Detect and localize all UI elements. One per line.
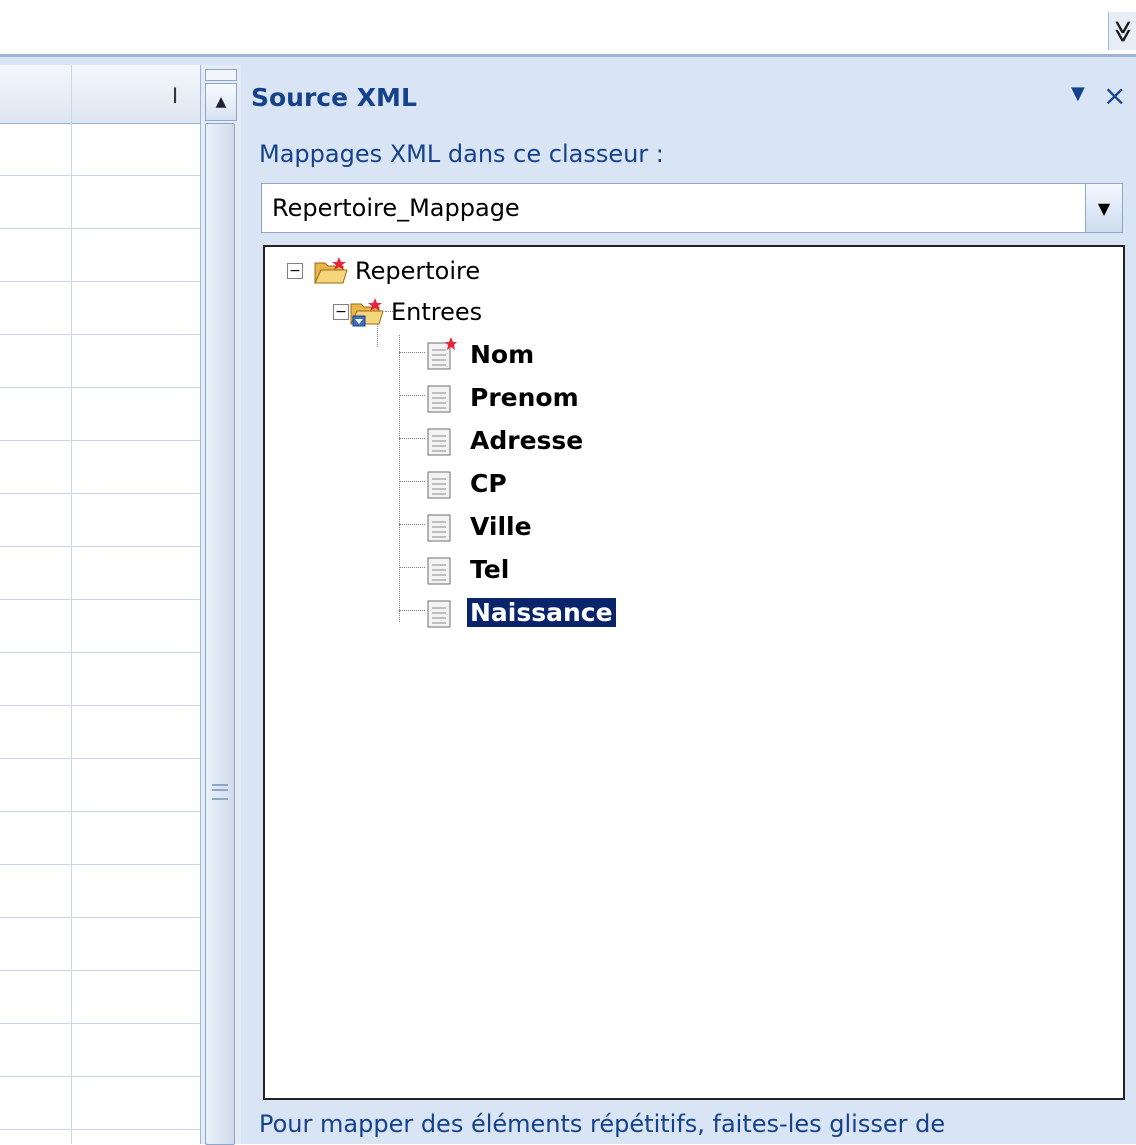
row-gridline (0, 970, 200, 971)
row-gridline (0, 864, 200, 865)
tree-leaf-label-selected: Naissance (467, 597, 616, 627)
xml-map-dropdown[interactable]: Repertoire_Mappage ▼ (261, 183, 1123, 233)
tree-leaf-nom[interactable]: Nom (425, 336, 537, 372)
row-gridline (0, 175, 200, 176)
close-icon[interactable]: × (1103, 79, 1126, 112)
document-icon (427, 428, 451, 456)
pane-title: Source XML (251, 83, 417, 112)
tree-leaf-tel[interactable]: Tel (425, 551, 512, 587)
column-divider (71, 65, 72, 1144)
chevron-down-icon: ▼ (1097, 198, 1111, 218)
row-gridline (0, 281, 200, 282)
ribbon-strip (0, 0, 1136, 54)
row-gridline (0, 1129, 200, 1130)
folder-repeating-icon (350, 298, 384, 327)
row-gridline (0, 652, 200, 653)
document-icon (427, 600, 451, 628)
xml-map-selected-value: Repertoire_Mappage (272, 194, 520, 222)
row-gridline (0, 228, 200, 229)
pane-hint-text: Pour mapper des éléments répétitifs, fai… (259, 1110, 946, 1138)
document-required-icon (427, 337, 457, 370)
vertical-scrollbar[interactable]: ▲ (200, 65, 241, 1145)
xml-maps-label: Mappages XML dans ce classeur : (259, 140, 664, 168)
tree-connector (399, 524, 425, 525)
scroll-thumb[interactable] (205, 123, 235, 1145)
tree-connector (399, 481, 425, 482)
tree-leaf-label: Tel (470, 554, 510, 584)
tree-label: Repertoire (355, 257, 481, 285)
row-gridline (0, 705, 200, 706)
tree-label: Entrees (391, 298, 483, 326)
tree-connector (399, 610, 425, 611)
tree-connector (399, 335, 400, 622)
tree-leaf-label: Prenom (470, 382, 579, 412)
tree-connector (399, 567, 425, 568)
scroll-up-button[interactable]: ▲ (205, 83, 237, 121)
column-header-row[interactable]: I (0, 65, 200, 124)
tree-leaf-adresse[interactable]: Adresse (425, 422, 586, 458)
tree-connector (399, 352, 425, 353)
tree-leaf-naissance[interactable]: Naissance (425, 594, 616, 630)
tree-leaf-label: Adresse (470, 425, 584, 455)
grip-icon (212, 784, 228, 800)
document-icon (427, 514, 451, 542)
row-gridline (0, 546, 200, 547)
collapse-button[interactable]: − (287, 263, 303, 279)
worksheet-grid[interactable]: I (0, 65, 200, 1144)
row-gridline (0, 493, 200, 494)
tree-node-entrees[interactable]: − Entrees (333, 294, 482, 330)
row-gridline (0, 1076, 200, 1077)
row-gridline (0, 917, 200, 918)
document-icon (427, 471, 451, 499)
divider-band (0, 57, 1136, 65)
arrow-up-icon: ▲ (215, 94, 227, 110)
collapse-button[interactable]: − (333, 304, 349, 320)
xml-tree-view[interactable]: − Repertoire − Entrees Nom Prenom Adress… (263, 245, 1125, 1100)
tree-node-repertoire[interactable]: − Repertoire (287, 253, 480, 289)
pane-options-menu-icon[interactable]: ▼ (1071, 83, 1085, 104)
tree-leaf-prenom[interactable]: Prenom (425, 379, 582, 415)
tree-leaf-label: Nom (470, 339, 535, 369)
tree-leaf-label: Ville (470, 511, 532, 541)
row-gridline (0, 1023, 200, 1024)
row-gridline (0, 387, 200, 388)
chevron-double-down-icon: ≫ (1110, 19, 1136, 43)
dropdown-button[interactable]: ▼ (1085, 184, 1122, 232)
row-gridline (0, 811, 200, 812)
column-header-i[interactable]: I (172, 83, 178, 109)
row-gridline (0, 758, 200, 759)
row-gridline (0, 599, 200, 600)
split-handle[interactable] (205, 69, 237, 81)
tree-connector (399, 395, 425, 396)
document-icon (427, 385, 451, 413)
tree-leaf-cp[interactable]: CP (425, 465, 510, 501)
ribbon-overflow-button[interactable]: ≫ (1108, 12, 1136, 50)
row-gridline (0, 440, 200, 441)
document-icon (427, 557, 451, 585)
row-gridline (0, 334, 200, 335)
xml-source-pane: Source XML ▼ × Mappages XML dans ce clas… (241, 65, 1136, 1144)
tree-connector (399, 438, 425, 439)
tree-leaf-label: CP (470, 468, 507, 498)
tree-leaf-ville[interactable]: Ville (425, 508, 535, 544)
folder-root-icon (314, 257, 348, 284)
